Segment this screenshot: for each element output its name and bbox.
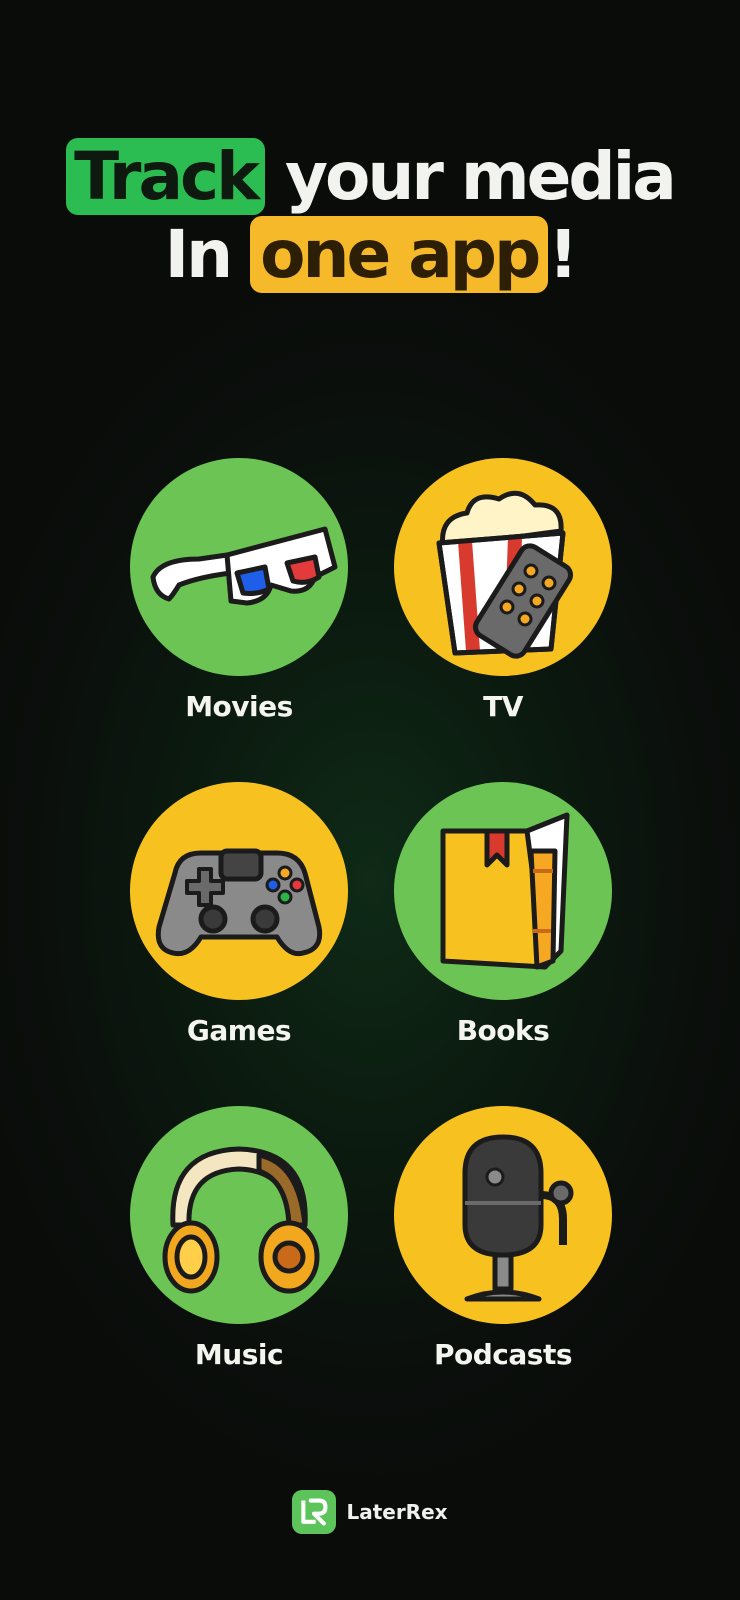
brand-footer: LaterRex — [0, 1490, 740, 1534]
headline: Track your media In one app! — [0, 138, 740, 294]
games-circle — [130, 782, 348, 1000]
category-tv[interactable]: TV — [388, 458, 618, 723]
music-circle — [130, 1106, 348, 1324]
movies-circle — [130, 458, 348, 676]
category-label-music: Music — [194, 1338, 284, 1371]
headline-line-1-rest: your media — [265, 138, 677, 215]
category-podcasts[interactable]: Podcasts — [388, 1106, 618, 1371]
popcorn-remote-icon — [436, 490, 574, 659]
headline-line-2-end: ! — [548, 216, 578, 293]
microphone-icon — [462, 1134, 574, 1302]
headline-line-1: Track your media — [0, 138, 740, 216]
brand-name: LaterRex — [346, 1500, 448, 1524]
headline-line-2-start: In — [164, 216, 251, 293]
gamepad-icon — [155, 848, 323, 957]
3d-glasses-icon — [150, 526, 338, 606]
category-label-movies: Movies — [185, 690, 293, 723]
category-label-tv: TV — [483, 690, 523, 723]
category-label-books: Books — [456, 1014, 550, 1047]
headline-highlight-track: Track — [66, 138, 266, 215]
category-movies[interactable]: Movies — [124, 458, 354, 723]
category-label-podcasts: Podcasts — [433, 1338, 573, 1371]
book-icon — [440, 812, 570, 970]
headline-line-2: In one app! — [0, 216, 740, 294]
category-label-games: Games — [186, 1014, 292, 1047]
podcasts-circle — [394, 1106, 612, 1324]
category-books[interactable]: Books — [388, 782, 618, 1047]
books-circle — [394, 782, 612, 1000]
category-music[interactable]: Music — [124, 1106, 354, 1371]
tv-circle — [394, 458, 612, 676]
category-games[interactable]: Games — [124, 782, 354, 1047]
laterrex-logo-icon — [292, 1490, 337, 1534]
headphones-icon — [162, 1146, 320, 1294]
headline-highlight-one-app: one app — [250, 216, 549, 293]
